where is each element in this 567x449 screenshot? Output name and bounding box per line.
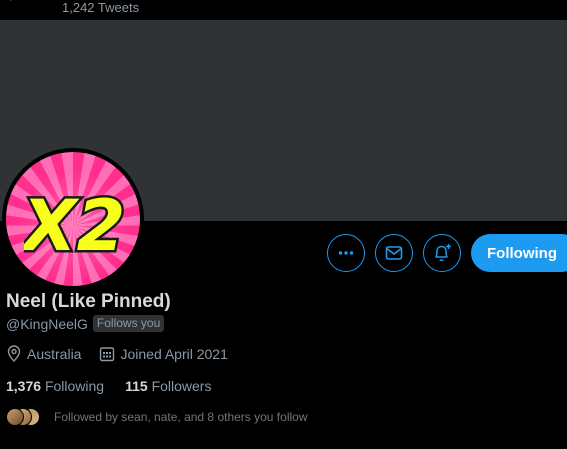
mutual-avatar xyxy=(6,408,24,426)
notifications-button[interactable] xyxy=(423,234,461,272)
arrow-left-icon[interactable] xyxy=(8,0,28,8)
following-label: Following xyxy=(44,378,105,394)
profile-handle: @KingNeelG xyxy=(6,315,88,332)
mail-icon xyxy=(385,246,403,260)
following-stat[interactable]: 1,376 Following xyxy=(6,378,104,394)
top-bar: 1,242 Tweets xyxy=(0,0,567,20)
profile-meta: Australia Joined April 2021 xyxy=(6,345,246,362)
avatar-text: X2 xyxy=(24,185,124,260)
more-button[interactable] xyxy=(327,234,365,272)
calendar-icon xyxy=(100,346,115,361)
followed-by-text: Followed by sean, nate, and 8 others you… xyxy=(54,410,308,424)
location: Australia xyxy=(6,345,81,362)
followers-count: 115 xyxy=(125,378,148,394)
mutual-avatars xyxy=(6,407,48,427)
location-pin-icon xyxy=(7,345,21,362)
x2-logo-icon: X2 xyxy=(24,183,124,261)
more-icon xyxy=(338,251,354,255)
message-button[interactable] xyxy=(375,234,413,272)
following-count: 1,376 xyxy=(6,378,42,394)
tweet-count: 1,242 Tweets xyxy=(62,0,140,15)
followers-label: Followers xyxy=(151,378,212,394)
display-name: Neel (Like Pinned) xyxy=(6,291,171,312)
join-date-text: Joined April 2021 xyxy=(120,345,228,362)
stats-row: 1,376 Following 115 Followers xyxy=(6,378,232,394)
handle-row: @KingNeelG Follows you xyxy=(6,315,165,332)
follows-you-badge: Follows you xyxy=(92,315,165,332)
followed-by[interactable]: Followed by sean, nate, and 8 others you… xyxy=(6,407,308,427)
location-text: Australia xyxy=(27,345,82,362)
join-date: Joined April 2021 xyxy=(99,345,228,362)
avatar-image: X2 xyxy=(6,152,140,286)
followers-stat[interactable]: 115 Followers xyxy=(125,378,211,394)
bell-plus-icon xyxy=(435,244,451,262)
avatar[interactable]: X2 xyxy=(2,148,144,290)
following-button[interactable]: Following xyxy=(471,234,567,272)
